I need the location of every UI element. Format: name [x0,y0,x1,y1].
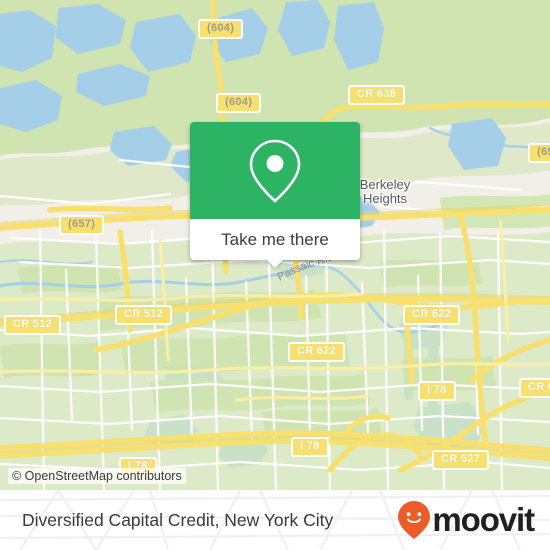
take-me-there-label: Take me there [221,229,329,249]
shield-i-78-right: I 78 [418,381,456,401]
shield-604-center: (604) [216,93,262,113]
place-label-line2: Heights [362,191,408,206]
shield-cr-622-center: CR 622 [288,342,346,362]
card-action-area[interactable]: Take me there [190,219,360,268]
moovit-brand[interactable]: moovit [397,490,535,550]
place-label-berkeley-heights: Berkeley Heights [350,178,420,206]
footer-bar: Diversified Capital Credit, New York Cit… [0,490,550,550]
place-label-line1: Berkeley [359,177,411,192]
shield-cr-512-center: CR 512 [115,305,173,325]
shield-604-north: (604) [198,19,244,39]
moovit-smiley-pin-icon [398,501,431,539]
shield-cr-512-left: CR 512 [4,315,62,335]
shield-i-78-center: I 78 [291,437,329,457]
take-me-there-card[interactable]: Take me there [190,122,360,268]
page-title: Diversified Capital Credit, New York Cit… [22,509,334,530]
map-canvas[interactable]: Passaic River (604)(604)CR 638(657)(65CR… [0,0,550,490]
card-pointer-tail [266,259,284,268]
shield-65x-edge: (65 [528,143,550,163]
shield-cr-527: CR 527 [432,450,490,470]
shield-657: (657) [59,215,105,235]
card-pin-area [190,122,360,219]
shield-cr-622-right: CR 622 [403,305,461,325]
shield-cr-64x-edge: CR 64 [519,378,550,398]
osm-attribution[interactable]: © OpenStreetMap contributors [8,468,186,484]
moovit-wordmark: moovit [432,501,535,538]
shield-cr-638: CR 638 [348,85,406,105]
map-pin-icon [249,139,301,203]
